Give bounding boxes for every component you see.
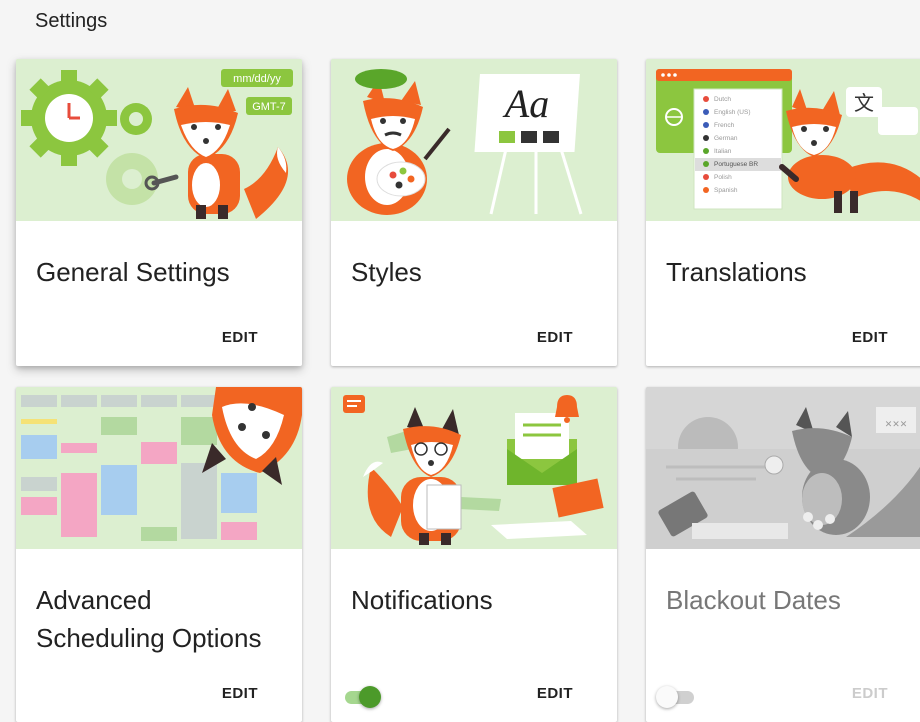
blackout-dates-illustration: ✕✕✕ [646,387,920,549]
card-title: Translations [666,257,807,287]
small-gear-icon [106,153,158,205]
small-gear-icon [120,103,152,135]
card-title-line: Advanced [36,585,152,615]
notifications-illustration [331,387,617,549]
language-item: French [714,122,735,129]
language-item: Dutch [714,96,731,103]
type-sample-text: Aa [502,81,549,126]
blackout-dates-toggle[interactable] [656,686,696,708]
edit-button[interactable]: EDIT [852,685,888,702]
edit-button[interactable]: EDIT [537,329,573,346]
general-settings-illustration: mm/dd/yy GMT-7 [16,59,302,221]
language-item: Spanish [714,187,738,194]
card-title: Notifications [351,585,493,615]
page-title: Settings [35,10,108,32]
chat-icon [343,395,365,413]
language-item: German [714,135,738,142]
card-styles[interactable]: Aa Styles EDIT [331,59,617,366]
language-item: Italian [714,148,732,155]
date-format-label: mm/dd/yy [233,73,281,85]
card-title-line: Scheduling Options [36,623,262,653]
language-item: Polish [714,174,732,181]
styles-illustration: Aa [331,59,617,221]
timezone-label: GMT-7 [252,101,286,113]
edit-button[interactable]: EDIT [852,329,888,346]
toggle-knob [656,686,678,708]
card-title: General Settings [36,257,230,287]
card-general-settings[interactable]: mm/dd/yy GMT-7 General Settings EDIT [16,59,302,366]
language-item: Portuguese BR [714,161,758,168]
card-notifications[interactable]: Notifications EDIT [331,387,617,722]
gear-icon [21,70,117,166]
card-title: Blackout Dates [666,585,841,615]
notifications-toggle[interactable] [341,686,381,708]
edit-button[interactable]: EDIT [222,329,258,346]
language-item: English (US) [714,109,750,116]
translate-glyph: 文 [854,91,874,115]
calendar-icon: ✕✕✕ [876,407,916,433]
translations-illustration: Dutch English (US) French German Italian… [646,59,920,221]
edit-button[interactable]: EDIT [222,685,258,702]
toggle-knob [359,686,381,708]
card-title: Advanced Scheduling Options [36,581,261,657]
card-translations[interactable]: Dutch English (US) French German Italian… [646,59,920,366]
card-blackout-dates[interactable]: ✕✕✕ Blackout Dates EDIT [646,387,920,722]
edit-button[interactable]: EDIT [537,685,573,702]
svg-text:✕✕✕: ✕✕✕ [885,420,908,430]
scheduling-illustration [16,387,302,549]
card-title: Styles [351,257,422,287]
card-advanced-scheduling[interactable]: Advanced Scheduling Options EDIT [16,387,302,722]
envelope-icon [507,413,577,485]
